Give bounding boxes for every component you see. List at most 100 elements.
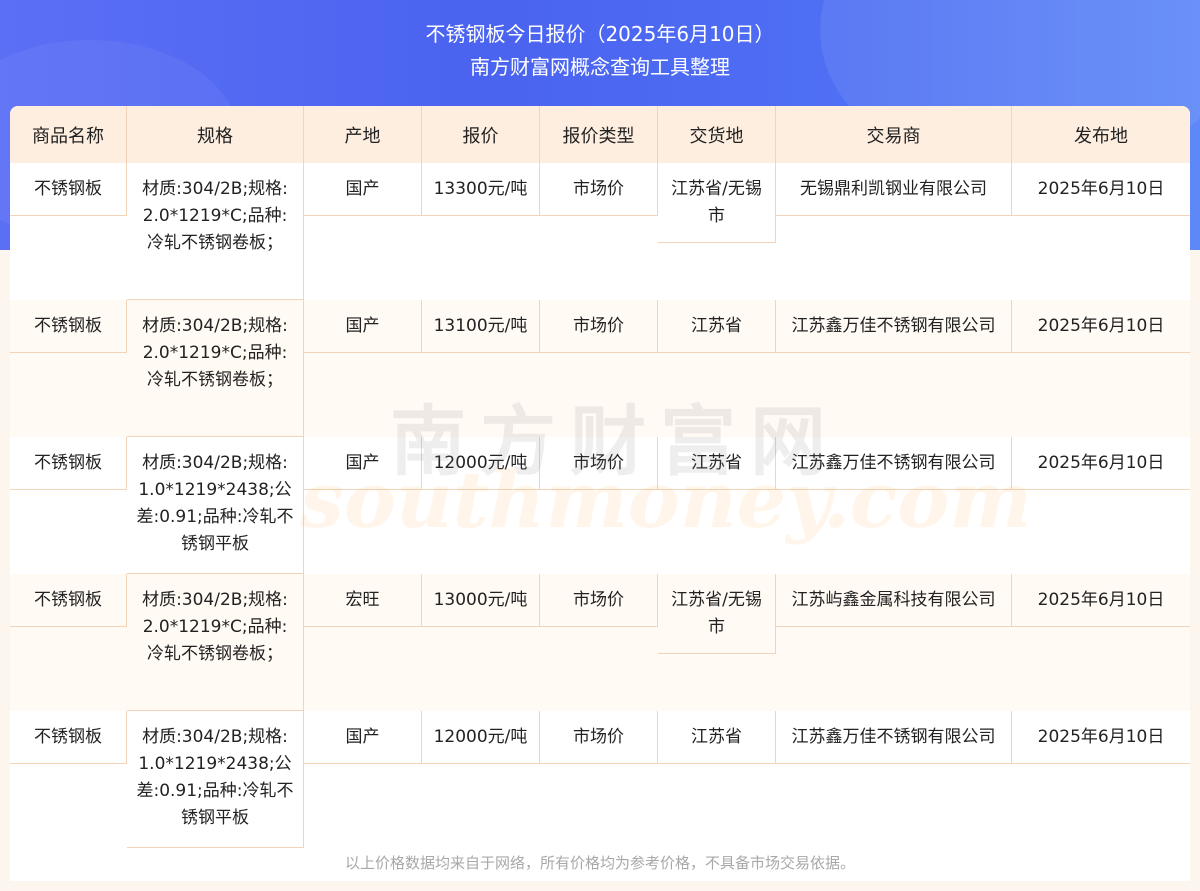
cell-publish-date: 2025年6月10日 <box>1012 163 1190 300</box>
cell-dealer: 江苏鑫万佳不锈钢有限公司 <box>776 437 1012 574</box>
page-title: 不锈钢板今日报价（2025年6月10日） <box>425 22 775 46</box>
cell-text: 材质:304/2B;规格:2.0*1219*C;品种:冷轧不锈钢卷板； <box>127 300 304 437</box>
cell-text: 江苏屿鑫金属科技有限公司 <box>776 574 1012 627</box>
page-subtitle: 南方财富网概念查询工具整理 <box>470 55 730 79</box>
cell-text: 国产 <box>304 300 422 353</box>
cell-spec: 材质:304/2B;规格:2.0*1219*C;品种:冷轧不锈钢卷板； <box>127 300 304 437</box>
cell-price-type: 市场价 <box>540 711 658 848</box>
cell-text: 2025年6月10日 <box>1012 163 1190 216</box>
cell-text: 13000元/吨 <box>422 574 540 627</box>
cell-text: 江苏鑫万佳不锈钢有限公司 <box>776 437 1012 490</box>
cell-text: 材质:304/2B;规格:2.0*1219*C;品种:冷轧不锈钢卷板； <box>127 163 304 300</box>
cell-text: 江苏鑫万佳不锈钢有限公司 <box>776 711 1012 764</box>
cell-delivery: 江苏省 <box>658 437 776 574</box>
cell-product: 不锈钢板 <box>10 574 127 711</box>
cell-text: 不锈钢板 <box>10 163 127 216</box>
cell-origin: 国产 <box>304 163 422 300</box>
cell-text: 无锡鼎利凯钢业有限公司 <box>776 163 1012 216</box>
cell-text: 2025年6月10日 <box>1012 711 1190 764</box>
column-header-dealer: 交易商 <box>776 106 1012 163</box>
cell-text: 材质:304/2B;规格:2.0*1219*C;品种:冷轧不锈钢卷板； <box>127 574 304 711</box>
cell-price: 12000元/吨 <box>422 711 540 848</box>
cell-text: 市场价 <box>540 300 658 353</box>
cell-delivery: 江苏省 <box>658 300 776 437</box>
cell-publish-date: 2025年6月10日 <box>1012 437 1190 574</box>
cell-price-type: 市场价 <box>540 574 658 711</box>
cell-text: 江苏省/无锡市 <box>658 163 776 243</box>
cell-price-type: 市场价 <box>540 300 658 437</box>
cell-text: 材质:304/2B;规格:1.0*1219*2438;公差:0.91;品种:冷轧… <box>127 437 304 574</box>
cell-product: 不锈钢板 <box>10 437 127 574</box>
page-header: 不锈钢板今日报价（2025年6月10日） 南方财富网概念查询工具整理 <box>0 18 1200 84</box>
column-header-origin: 产地 <box>304 106 422 163</box>
cell-dealer: 无锡鼎利凯钢业有限公司 <box>776 163 1012 300</box>
cell-text: 不锈钢板 <box>10 711 127 764</box>
table-row: 不锈钢板 材质:304/2B;规格:2.0*1219*C;品种:冷轧不锈钢卷板；… <box>10 163 1190 300</box>
cell-publish-date: 2025年6月10日 <box>1012 300 1190 437</box>
cell-text: 不锈钢板 <box>10 437 127 490</box>
cell-text: 江苏鑫万佳不锈钢有限公司 <box>776 300 1012 353</box>
cell-text: 12000元/吨 <box>422 437 540 490</box>
cell-text: 13100元/吨 <box>422 300 540 353</box>
cell-origin: 国产 <box>304 711 422 848</box>
cell-product: 不锈钢板 <box>10 163 127 300</box>
cell-text: 江苏省/无锡市 <box>658 574 776 654</box>
cell-dealer: 江苏鑫万佳不锈钢有限公司 <box>776 711 1012 848</box>
cell-text: 2025年6月10日 <box>1012 574 1190 627</box>
cell-delivery: 江苏省/无锡市 <box>658 163 776 300</box>
footer-note: 以上价格数据均来自于网络，所有价格均为参考价格，不具备市场交易依据。 <box>10 846 1190 881</box>
column-header-product: 商品名称 <box>10 106 127 163</box>
cell-text: 材质:304/2B;规格:1.0*1219*2438;公差:0.91;品种:冷轧… <box>127 711 304 848</box>
cell-spec: 材质:304/2B;规格:1.0*1219*2438;公差:0.91;品种:冷轧… <box>127 437 304 574</box>
cell-text: 不锈钢板 <box>10 300 127 353</box>
cell-text: 2025年6月10日 <box>1012 300 1190 353</box>
cell-dealer: 江苏鑫万佳不锈钢有限公司 <box>776 300 1012 437</box>
cell-text: 国产 <box>304 711 422 764</box>
cell-spec: 材质:304/2B;规格:1.0*1219*2438;公差:0.91;品种:冷轧… <box>127 711 304 848</box>
cell-price: 13300元/吨 <box>422 163 540 300</box>
cell-text: 市场价 <box>540 437 658 490</box>
cell-origin: 宏旺 <box>304 574 422 711</box>
cell-product: 不锈钢板 <box>10 711 127 848</box>
cell-delivery: 江苏省/无锡市 <box>658 574 776 711</box>
cell-price: 13000元/吨 <box>422 574 540 711</box>
cell-dealer: 江苏屿鑫金属科技有限公司 <box>776 574 1012 711</box>
cell-text: 市场价 <box>540 163 658 216</box>
cell-publish-date: 2025年6月10日 <box>1012 711 1190 848</box>
cell-text: 市场价 <box>540 711 658 764</box>
cell-text: 宏旺 <box>304 574 422 627</box>
price-table-card: 商品名称 规格 产地 报价 报价类型 交货地 交易商 发布地 不锈钢板 材质:3… <box>10 106 1190 881</box>
cell-text: 国产 <box>304 163 422 216</box>
column-header-spec: 规格 <box>127 106 304 163</box>
price-table: 商品名称 规格 产地 报价 报价类型 交货地 交易商 发布地 不锈钢板 材质:3… <box>10 106 1190 848</box>
cell-spec: 材质:304/2B;规格:2.0*1219*C;品种:冷轧不锈钢卷板； <box>127 163 304 300</box>
column-header-delivery: 交货地 <box>658 106 776 163</box>
table-row: 不锈钢板 材质:304/2B;规格:2.0*1219*C;品种:冷轧不锈钢卷板；… <box>10 300 1190 437</box>
cell-text: 13300元/吨 <box>422 163 540 216</box>
cell-text: 国产 <box>304 437 422 490</box>
table-row: 不锈钢板 材质:304/2B;规格:1.0*1219*2438;公差:0.91;… <box>10 437 1190 574</box>
cell-price-type: 市场价 <box>540 437 658 574</box>
cell-origin: 国产 <box>304 300 422 437</box>
cell-price: 12000元/吨 <box>422 437 540 574</box>
column-header-price-type: 报价类型 <box>540 106 658 163</box>
cell-text: 不锈钢板 <box>10 574 127 627</box>
table-row: 不锈钢板 材质:304/2B;规格:1.0*1219*2438;公差:0.91;… <box>10 711 1190 848</box>
cell-text: 江苏省 <box>658 300 776 353</box>
cell-text: 2025年6月10日 <box>1012 437 1190 490</box>
cell-origin: 国产 <box>304 437 422 574</box>
cell-text: 12000元/吨 <box>422 711 540 764</box>
cell-price-type: 市场价 <box>540 163 658 300</box>
cell-delivery: 江苏省 <box>658 711 776 848</box>
table-header-row: 商品名称 规格 产地 报价 报价类型 交货地 交易商 发布地 <box>10 106 1190 163</box>
column-header-price: 报价 <box>422 106 540 163</box>
cell-price: 13100元/吨 <box>422 300 540 437</box>
cell-text: 江苏省 <box>658 437 776 490</box>
cell-text: 江苏省 <box>658 711 776 764</box>
cell-product: 不锈钢板 <box>10 300 127 437</box>
cell-publish-date: 2025年6月10日 <box>1012 574 1190 711</box>
cell-text: 市场价 <box>540 574 658 627</box>
cell-spec: 材质:304/2B;规格:2.0*1219*C;品种:冷轧不锈钢卷板； <box>127 574 304 711</box>
column-header-publish-date: 发布地 <box>1012 106 1190 163</box>
table-row: 不锈钢板 材质:304/2B;规格:2.0*1219*C;品种:冷轧不锈钢卷板；… <box>10 574 1190 711</box>
